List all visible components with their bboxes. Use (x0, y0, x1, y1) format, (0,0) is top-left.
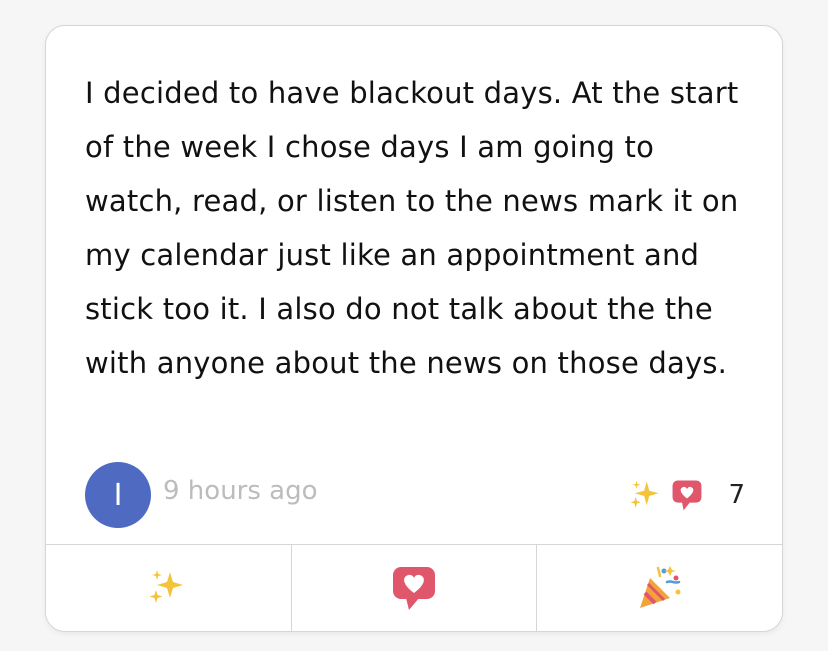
avatar[interactable]: I (85, 462, 151, 528)
sparkles-icon (149, 570, 184, 603)
avatar-initial: I (113, 477, 123, 513)
post-card: I decided to have blackout days. At the … (45, 25, 783, 632)
reaction-action-bar (46, 544, 782, 631)
post-meta: I 9 hours ago 7 (85, 462, 745, 528)
heart-speech-bubble-icon (393, 567, 435, 610)
heart-reaction-button[interactable] (291, 545, 538, 631)
sparkle-reaction-button[interactable] (46, 545, 292, 631)
party-popper-icon (639, 566, 681, 608)
reaction-count: 7 (728, 480, 745, 510)
heart-speech-bubble-icon (670, 478, 704, 512)
reaction-summary[interactable]: 7 (628, 475, 745, 515)
post-body-text: I decided to have blackout days. At the … (85, 76, 739, 380)
post-timestamp: 9 hours ago (163, 476, 318, 506)
sparkles-icon (628, 478, 662, 512)
party-reaction-button[interactable] (537, 545, 782, 631)
